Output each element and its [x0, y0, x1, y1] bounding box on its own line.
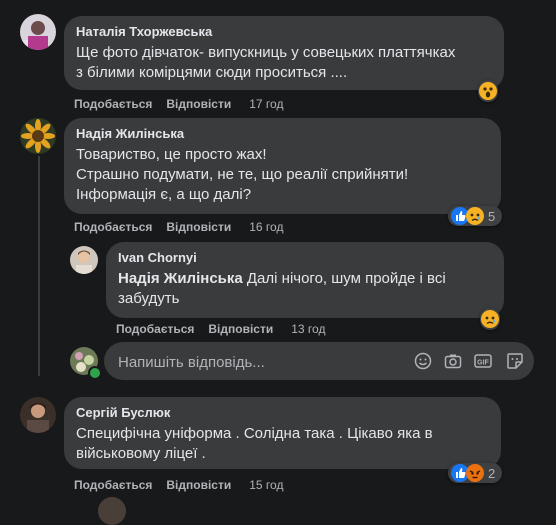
sticker-icon[interactable]: [506, 352, 524, 370]
comment-author[interactable]: Ivan Chornyi: [118, 250, 492, 266]
timestamp[interactable]: 17 год: [249, 97, 283, 111]
avatar[interactable]: [20, 397, 56, 433]
comment-bubble: Сергій Буслюк Специфічна уніформа . Солі…: [64, 397, 501, 469]
gif-icon[interactable]: GIF: [474, 352, 492, 370]
online-status-dot: [88, 366, 102, 380]
like-link[interactable]: Подобається: [74, 220, 152, 234]
reply-link[interactable]: Відповісти: [166, 220, 231, 234]
emoji-icon[interactable]: [414, 352, 432, 370]
avatar[interactable]: [98, 497, 126, 525]
angry-reaction-icon: [466, 464, 484, 482]
reply-composer[interactable]: GIF: [104, 342, 534, 382]
timestamp[interactable]: 16 год: [249, 220, 283, 234]
comment-author[interactable]: Наталія Тхоржевська: [76, 24, 492, 40]
reply-link[interactable]: Відповісти: [166, 97, 231, 111]
comment-author[interactable]: Надія Жилінська: [76, 126, 489, 142]
like-link[interactable]: Подобається: [116, 322, 194, 336]
reply-link[interactable]: Відповісти: [208, 322, 273, 336]
reaction-badge[interactable]: [480, 308, 500, 330]
thread-line: [38, 156, 40, 376]
mention-link[interactable]: Надія Жилінська: [118, 270, 243, 287]
comment-actions: Подобається Відповісти 17 год: [74, 96, 283, 112]
camera-icon[interactable]: [444, 352, 462, 370]
reaction-badge[interactable]: 5: [448, 206, 503, 226]
comment-bubble: Надія Жилінська Товариство, це просто жа…: [64, 118, 501, 214]
comment-bubble: Наталія Тхоржевська Ще фото дівчаток- ви…: [64, 16, 504, 90]
sad-reaction-icon: [466, 207, 484, 225]
comment-author[interactable]: Сергій Буслюк: [76, 405, 489, 421]
wow-reaction-icon: [479, 82, 497, 100]
reaction-badge[interactable]: [478, 80, 498, 102]
comment-text: Товариство, це просто жах! Страшно подум…: [76, 146, 409, 203]
like-link[interactable]: Подобається: [74, 97, 152, 111]
reply-input[interactable]: [116, 342, 410, 382]
sad-reaction-icon: [481, 310, 499, 328]
comment-text: Надія Жилінська Далі нічого, шум пройде …: [118, 269, 492, 309]
reply-bubble: Ivan Chornyi Надія Жилінська Далі нічого…: [106, 242, 504, 318]
svg-text:GIF: GIF: [477, 360, 489, 367]
reply-link[interactable]: Відповісти: [166, 478, 231, 492]
avatar[interactable]: [20, 14, 56, 50]
reaction-badge[interactable]: 2: [448, 463, 503, 483]
comment-actions: Подобається Відповісти 13 год: [116, 321, 325, 337]
timestamp[interactable]: 13 год: [291, 322, 325, 336]
comment-text: Ще фото дівчаток- випускниць у совецьких…: [76, 44, 456, 81]
avatar[interactable]: [20, 118, 56, 154]
comment-actions: Подобається Відповісти 16 год: [74, 219, 283, 235]
comment-actions: Подобається Відповісти 15 год: [74, 477, 283, 493]
avatar[interactable]: [70, 246, 98, 274]
reaction-count: 2: [488, 465, 496, 481]
comment-text: Специфічна уніформа . Солідна така . Цік…: [76, 425, 433, 462]
like-link[interactable]: Подобається: [74, 478, 152, 492]
timestamp[interactable]: 15 год: [249, 478, 283, 492]
reaction-count: 5: [488, 208, 496, 224]
